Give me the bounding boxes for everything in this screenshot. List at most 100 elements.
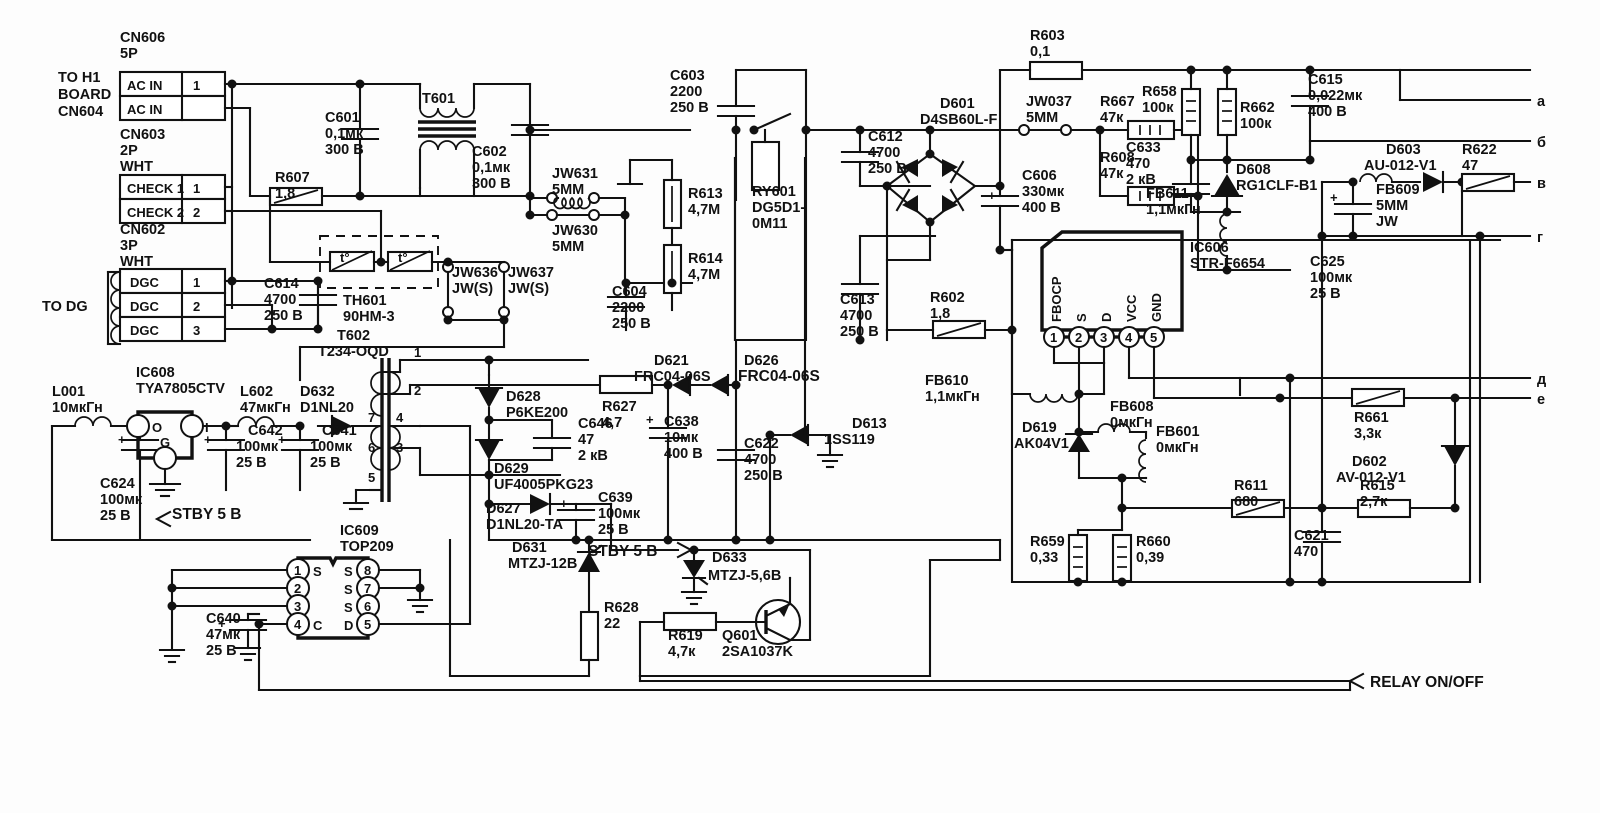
label-c622-2: 4700: [744, 452, 776, 468]
label-c621-1: C621: [1294, 528, 1329, 544]
label-cn603-type: 2P: [120, 143, 138, 159]
label-ic609-2: TOP209: [340, 539, 394, 555]
label-r602-1: R602: [930, 290, 965, 306]
label-r661-1: R661: [1354, 410, 1389, 426]
label-th601-1: TH601: [343, 293, 387, 309]
label-t602-pin1: 1: [414, 345, 421, 360]
label-ic608-1: IC608: [136, 365, 175, 381]
label-r628-2: 22: [604, 616, 620, 632]
label-cn606-pin1: 1: [193, 78, 200, 93]
label-r660-2: 0,39: [1136, 550, 1164, 566]
label-th-t1: t°: [340, 250, 350, 265]
label-c604-1: C604: [612, 284, 647, 300]
label-r658-2: 100к: [1142, 100, 1174, 116]
label-r614-1: R614: [688, 251, 723, 267]
ic-ic608[interactable]: [126, 410, 204, 498]
label-ic606-pin2-name: S: [1074, 313, 1089, 322]
label-c638-plus: +: [646, 412, 654, 427]
label-c646-3: 2 кВ: [578, 448, 608, 464]
label-fb601-1: FB601: [1156, 424, 1200, 440]
label-ic606-pin2-num: 2: [1075, 330, 1082, 345]
label-c614-3: 250 В: [264, 308, 303, 324]
to-dg-coil: [106, 270, 122, 346]
label-r627-1: R627: [602, 399, 637, 415]
label-l001-2: 10мкГн: [52, 400, 103, 416]
label-c602-1: C602: [472, 144, 507, 160]
label-c641-3: 25 В: [310, 455, 341, 471]
label-r619-2: 4,7к: [668, 644, 696, 660]
label-c613-1: C613: [840, 292, 875, 308]
label-jw037-2: 5MM: [1026, 110, 1058, 126]
label-c641-1: C641: [322, 423, 357, 439]
label-ic606-pin1-name: FBOCP: [1049, 276, 1064, 322]
label-cn602-pin2: 2: [193, 299, 200, 314]
label-ic609-c: C: [313, 618, 323, 633]
label-r622-2: 47: [1462, 158, 1478, 174]
label-fb610-1: FB610: [925, 373, 969, 389]
label-c625-2: 100мк: [1310, 270, 1353, 286]
label-jw630-1: JW630: [552, 223, 598, 239]
output-b: б: [1537, 135, 1546, 151]
label-d621-1: D621: [654, 353, 689, 369]
label-fb610-2: 1,1мкГн: [925, 389, 980, 405]
label-cn602-pin3: 3: [193, 323, 200, 338]
label-d626-2: FRC04-06S: [738, 368, 820, 385]
label-t602-pin6: 6: [368, 440, 375, 455]
label-dgc-2: DGC: [130, 299, 160, 314]
label-c642-3: 25 В: [236, 455, 267, 471]
label-r615-2: 2,7к: [1360, 494, 1388, 510]
label-c622-1: C622: [744, 436, 779, 452]
output-v: в: [1537, 176, 1546, 192]
label-ic609-s7: S: [344, 582, 353, 597]
label-d629-2: UF4005PKG23: [494, 477, 593, 493]
label-to-h1-3: CN604: [58, 104, 103, 120]
label-ic609-pin1: 1: [294, 563, 301, 578]
label-c606-1: C606: [1022, 168, 1057, 184]
label-c606-plus: +: [988, 188, 996, 203]
label-c633-2: 470: [1126, 156, 1150, 172]
label-c614-2: 4700: [264, 292, 296, 308]
label-c624-plus: +: [118, 432, 126, 447]
label-jw631-2: 5MM: [552, 182, 584, 198]
output-g: г: [1537, 230, 1543, 246]
label-c638-3: 400 В: [664, 446, 703, 462]
label-r613-2: 4,7M: [688, 202, 720, 218]
label-d603-2: AU-012-V1: [1364, 158, 1437, 174]
label-ry601-3: 0M11: [752, 216, 787, 232]
label-c603-1: C603: [670, 68, 705, 84]
label-r603-1: R603: [1030, 28, 1065, 44]
label-cn603-pin1: 1: [193, 181, 200, 196]
label-fb611-1: FB611: [1146, 186, 1189, 202]
label-ic609-pin2: 2: [294, 581, 301, 596]
label-ic606-2: STR-F6654: [1190, 256, 1265, 272]
label-to-h1-1: TO H1: [58, 70, 100, 86]
capacitor-c638: [648, 383, 688, 545]
label-c612-1: C612: [868, 129, 903, 145]
label-c604-3: 250 В: [612, 316, 651, 332]
label-stby-left: STBY 5 В: [172, 506, 242, 523]
label-t602-pin3: 3: [396, 440, 403, 455]
label-r662-2: 100к: [1240, 116, 1272, 132]
diode-d628: [474, 373, 504, 425]
label-d632-2: D1NL20: [300, 400, 354, 416]
label-th601-2: 90HM-3: [343, 309, 395, 325]
label-d626-1: D626: [744, 353, 779, 369]
label-d629-1: D629: [494, 461, 529, 477]
label-ic609-d5: D: [344, 618, 353, 633]
label-c614-1: C614: [264, 276, 299, 292]
label-ic609-pin8: 8: [364, 563, 371, 578]
label-ic609-pin3: 3: [294, 599, 301, 614]
arrow-stby-left: [154, 510, 172, 528]
label-d628-2: P6KE200: [506, 405, 568, 421]
label-d628-1: D628: [506, 389, 541, 405]
label-ic609-1: IC609: [340, 523, 379, 539]
label-r615-1: R615: [1360, 478, 1395, 494]
label-r661-2: 3,3к: [1354, 426, 1382, 442]
label-c601-1: C601: [325, 110, 360, 126]
label-cn606-type: 5P: [120, 46, 138, 62]
label-ic609-s8: S: [344, 564, 353, 579]
label-d603-1: D603: [1386, 142, 1421, 158]
label-jw637-1: JW637: [508, 265, 554, 281]
label-c638-2: 10мк: [664, 430, 699, 446]
label-th-t2: t°: [398, 250, 408, 265]
